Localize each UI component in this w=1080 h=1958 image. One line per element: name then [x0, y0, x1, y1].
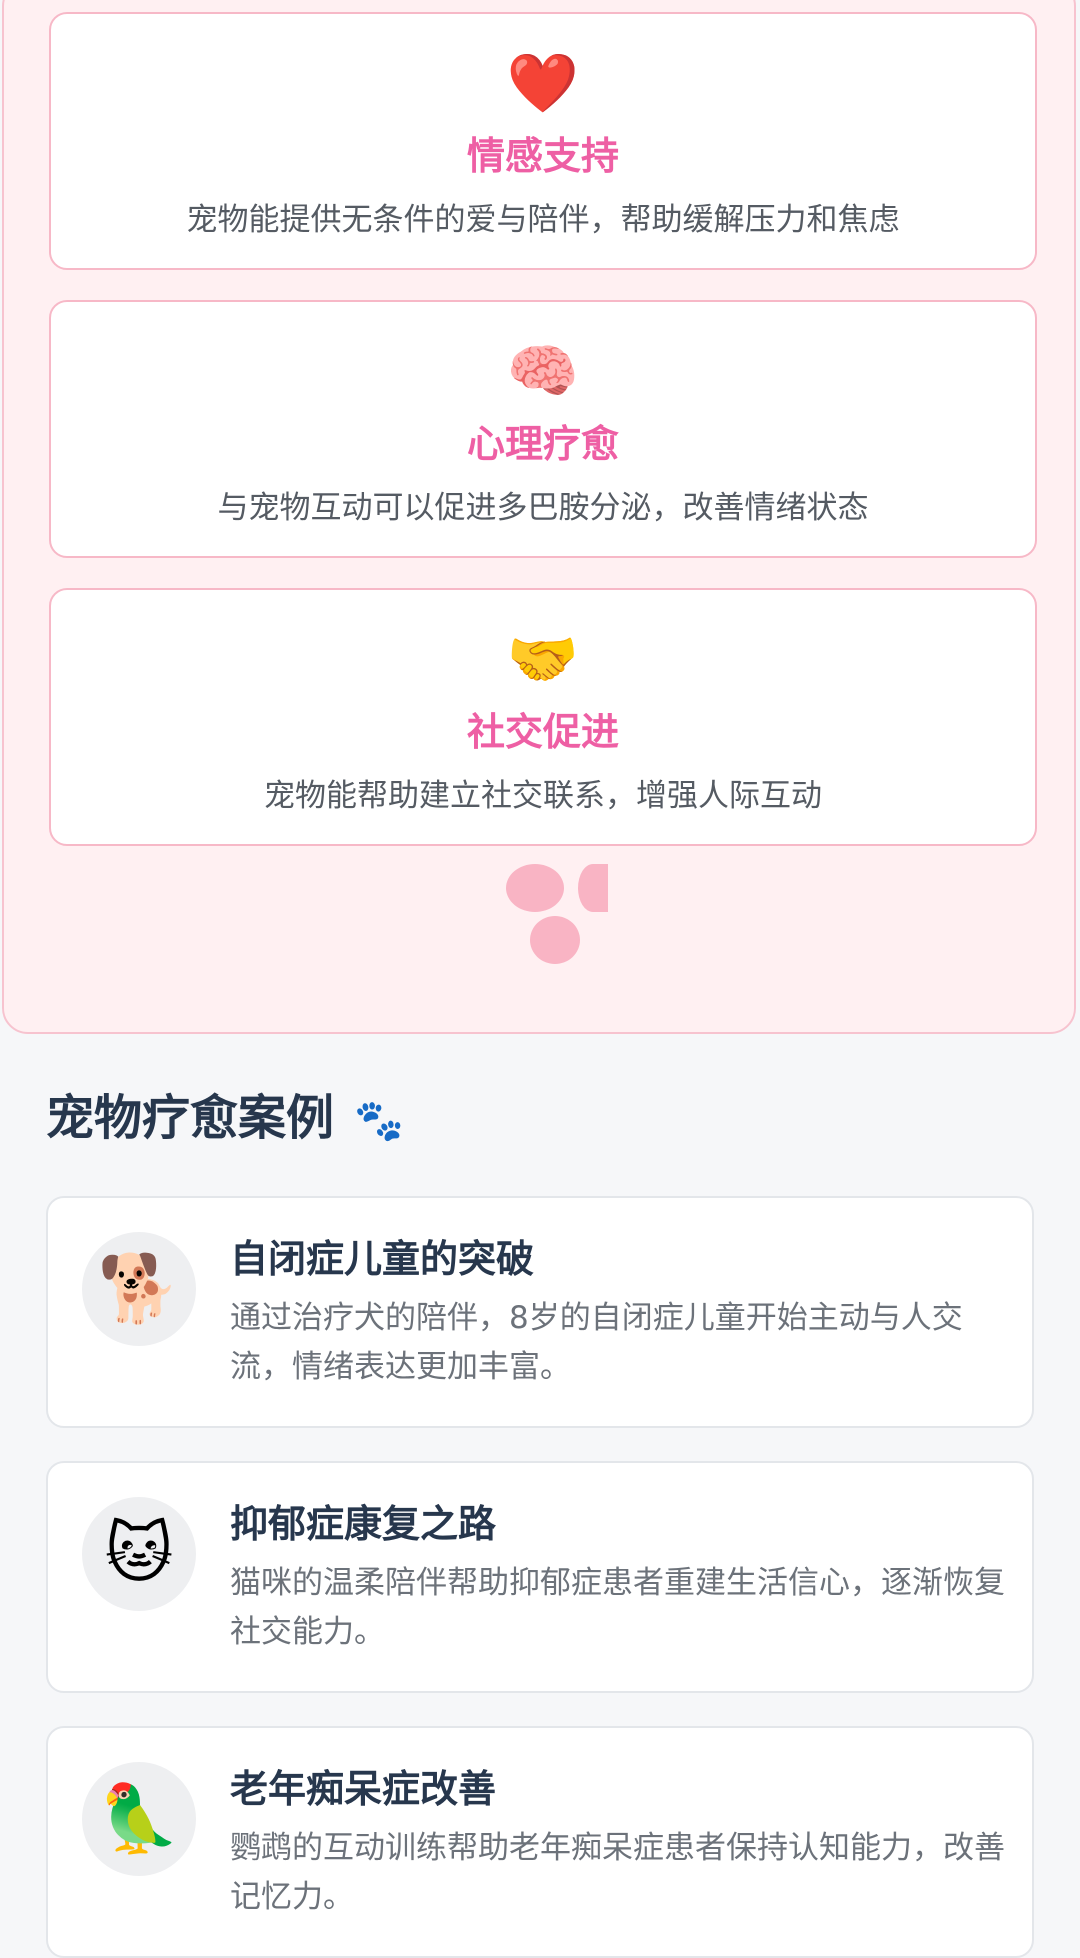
benefit-description: 与宠物互动可以促进多巴胺分泌，改善情绪状态 — [217, 490, 869, 526]
benefit-card-emotional-support[interactable]: ❤️ 情感支持 宠物能提供无条件的爱与陪伴，帮助缓解压力和焦虑 — [49, 12, 1037, 270]
benefit-card-social-promotion[interactable]: 🤝 社交促进 宠物能帮助建立社交联系，增强人际互动 — [49, 588, 1037, 846]
case-description: 鹦鹉的互动训练帮助老年痴呆症患者保持认知能力，改善记忆力。 — [230, 1830, 1005, 1915]
case-description: 猫咪的温柔陪伴帮助抑郁症患者重建生活信心，逐渐恢复社交能力。 — [230, 1565, 1005, 1650]
paw-prints-icon: 🐾 — [354, 1098, 404, 1144]
benefit-title: 心理疗愈 — [466, 422, 619, 466]
benefit-title: 情感支持 — [466, 134, 619, 178]
cat-face-icon: 🐱 — [82, 1497, 196, 1611]
handshake-icon: 🤝 — [506, 625, 580, 693]
case-description: 通过治疗犬的陪伴，8岁的自闭症儿童开始主动与人交流，情绪表达更加丰富。 — [230, 1300, 963, 1385]
section-title: 宠物疗愈案例 🐾 — [46, 1088, 404, 1151]
benefit-card-psychological-healing[interactable]: 🧠 心理疗愈 与宠物互动可以促进多巴胺分泌，改善情绪状态 — [49, 300, 1037, 558]
case-card-dementia[interactable]: 🦜 老年痴呆症改善 鹦鹉的互动训练帮助老年痴呆症患者保持认知能力，改善记忆力。 — [46, 1726, 1034, 1958]
parrot-icon: 🦜 — [82, 1762, 196, 1876]
benefit-description: 宠物能帮助建立社交联系，增强人际互动 — [264, 778, 822, 814]
benefit-description: 宠物能提供无条件的爱与陪伴，帮助缓解压力和焦虑 — [186, 202, 900, 238]
dog-icon: 🐕 — [82, 1232, 196, 1346]
brain-icon: 🧠 — [506, 337, 580, 405]
heart-icon: ❤️ — [506, 49, 580, 117]
section-title-text: 宠物疗愈案例 — [46, 1090, 335, 1146]
case-title: 老年痴呆症改善 — [230, 1767, 497, 1811]
case-title: 自闭症儿童的突破 — [230, 1237, 535, 1281]
benefit-title: 社交促进 — [466, 710, 619, 754]
case-card-depression[interactable]: 🐱 抑郁症康复之路 猫咪的温柔陪伴帮助抑郁症患者重建生活信心，逐渐恢复社交能力。 — [46, 1461, 1034, 1693]
case-card-autism[interactable]: 🐕 自闭症儿童的突破 通过治疗犬的陪伴，8岁的自闭症儿童开始主动与人交流，情绪表… — [46, 1196, 1034, 1428]
paw-print-decoration — [504, 864, 608, 964]
case-title: 抑郁症康复之路 — [230, 1502, 497, 1546]
benefits-panel: ❤️ 情感支持 宠物能提供无条件的爱与陪伴，帮助缓解压力和焦虑 🧠 心理疗愈 与… — [2, 0, 1076, 1034]
